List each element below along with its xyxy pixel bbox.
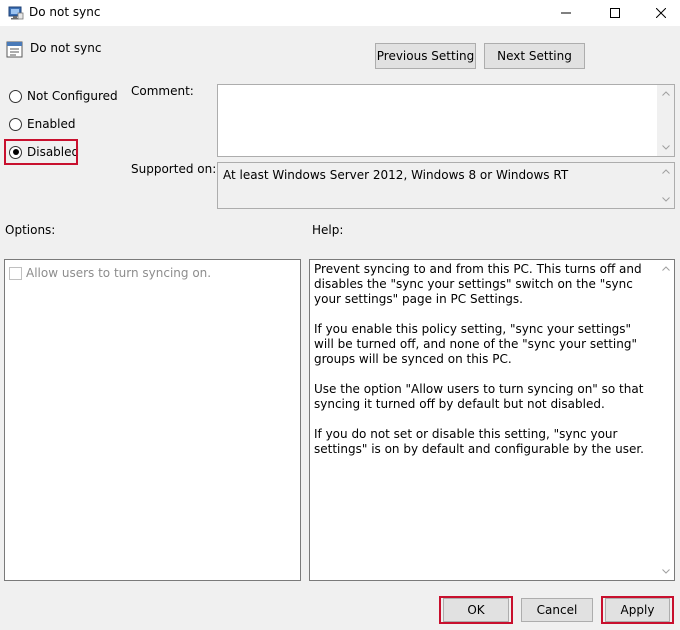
help-text: Prevent syncing to and from this PC. Thi…: [314, 262, 654, 472]
options-pane: Allow users to turn syncing on.: [4, 259, 301, 581]
radio-button[interactable]: [9, 117, 22, 131]
radio-label: Enabled: [27, 117, 76, 131]
policy-settings-icon: [6, 41, 23, 58]
maximize-button[interactable]: [592, 0, 638, 26]
scroll-up-icon[interactable]: [657, 163, 674, 180]
scroll-down-icon[interactable]: [657, 191, 674, 208]
help-paragraph: Use the option "Allow users to turn sync…: [314, 382, 644, 411]
scroll-up-icon[interactable]: [657, 260, 674, 277]
highlight-apply: [601, 596, 674, 624]
close-icon: [656, 8, 666, 18]
supported-on-label: Supported on:: [131, 162, 217, 176]
minimize-button[interactable]: [543, 0, 589, 26]
scroll-up-icon[interactable]: [657, 85, 674, 102]
minimize-icon: [561, 8, 571, 18]
allow-sync-checkbox[interactable]: [9, 266, 22, 280]
next-setting-button[interactable]: Next Setting: [484, 43, 585, 69]
radio-not-configured[interactable]: Not Configured: [9, 88, 118, 104]
allow-sync-option[interactable]: Allow users to turn syncing on.: [9, 266, 211, 280]
help-scrollbar[interactable]: [657, 260, 674, 580]
comment-label: Comment:: [131, 84, 194, 98]
supported-on-text: At least Windows Server 2012, Windows 8 …: [223, 168, 569, 182]
policy-name: Do not sync: [30, 41, 102, 55]
comment-field[interactable]: [217, 84, 675, 157]
scroll-down-icon[interactable]: [657, 563, 674, 580]
previous-setting-button[interactable]: Previous Setting: [375, 43, 476, 69]
allow-sync-label: Allow users to turn syncing on.: [26, 266, 212, 280]
help-paragraph: If you enable this policy setting, "sync…: [314, 322, 637, 366]
radio-button[interactable]: [9, 89, 22, 103]
highlight-disabled: [4, 139, 78, 165]
help-paragraph: Prevent syncing to and from this PC. Thi…: [314, 262, 642, 306]
highlight-ok: [439, 596, 513, 624]
radio-label: Not Configured: [27, 89, 118, 103]
supported-on-field: At least Windows Server 2012, Windows 8 …: [217, 162, 675, 209]
help-label: Help:: [312, 223, 344, 237]
maximize-icon: [610, 8, 620, 18]
close-button[interactable]: [638, 0, 680, 26]
help-pane: Prevent syncing to and from this PC. Thi…: [309, 259, 675, 581]
radio-enabled[interactable]: Enabled: [9, 116, 76, 132]
comment-scrollbar[interactable]: [657, 85, 674, 156]
scroll-down-icon[interactable]: [657, 139, 674, 156]
help-paragraph: If you do not set or disable this settin…: [314, 427, 644, 456]
cancel-button[interactable]: Cancel: [521, 598, 593, 622]
policy-editor-icon: [8, 5, 24, 21]
options-label: Options:: [5, 223, 56, 237]
window-title: Do not sync: [29, 5, 101, 19]
supported-scrollbar[interactable]: [657, 163, 674, 208]
